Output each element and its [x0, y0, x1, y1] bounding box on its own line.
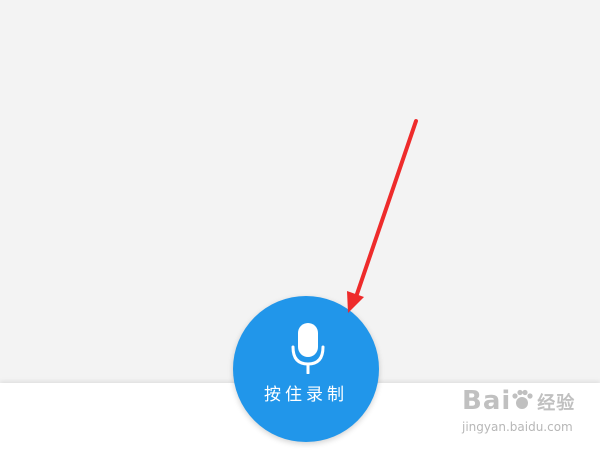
microphone-icon — [291, 323, 325, 374]
record-button-label: 按住录制 — [264, 385, 348, 405]
baidu-jingyan-watermark: Bai 经验 jingyan.baidu.com — [462, 384, 592, 440]
watermark-url: jingyan.baidu.com — [462, 420, 573, 434]
watermark-logo: Bai 经验 — [462, 386, 575, 416]
paw-icon — [512, 389, 533, 409]
hold-to-record-button[interactable]: 按住录制 — [233, 296, 379, 442]
watermark-brand: Bai — [462, 386, 512, 416]
watermark-brand-suffix: 经验 — [537, 393, 576, 414]
